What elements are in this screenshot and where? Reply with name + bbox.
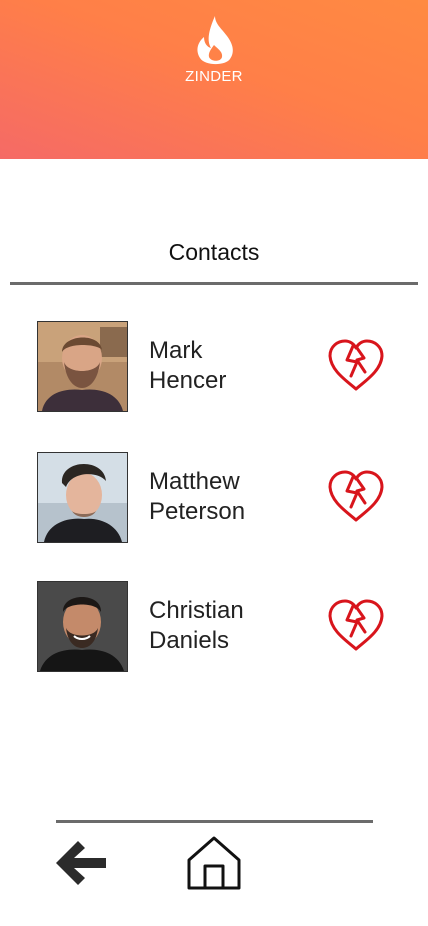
broken-heart-icon[interactable]	[327, 598, 385, 656]
nav-divider	[56, 820, 373, 823]
contact-name: Mark Hencer	[149, 337, 227, 394]
broken-heart-icon[interactable]	[327, 338, 385, 396]
contact-row[interactable]: Christian Daniels	[0, 581, 428, 673]
broken-heart-icon[interactable]	[327, 469, 385, 527]
title-divider	[10, 282, 418, 285]
home-icon[interactable]	[184, 834, 244, 892]
contact-name: Matthew Peterson	[149, 468, 246, 525]
app-header: ZINDER	[0, 0, 428, 159]
contact-name: Christian Daniels	[149, 597, 244, 654]
avatar[interactable]	[37, 321, 128, 412]
flame-icon	[197, 16, 233, 65]
avatar[interactable]	[37, 452, 128, 543]
contact-row[interactable]: Matthew Peterson	[0, 452, 428, 544]
contact-row[interactable]: Mark Hencer	[0, 321, 428, 413]
avatar[interactable]	[37, 581, 128, 672]
page-title: Contacts	[168, 239, 260, 265]
brand-name: ZINDER	[185, 68, 243, 85]
arrow-left-icon[interactable]	[52, 836, 110, 890]
